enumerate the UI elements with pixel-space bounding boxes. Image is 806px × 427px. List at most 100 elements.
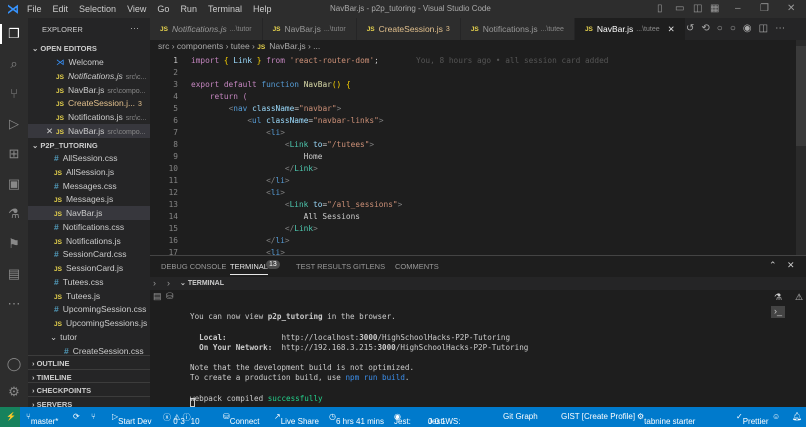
close-editor-icon[interactable]: ✕	[46, 124, 53, 138]
more-actions-icon[interactable]: ⋯	[130, 23, 139, 34]
more-icon[interactable]: ⋯	[775, 23, 792, 34]
open-editor-item[interactable]: JS Notifications.js src\c...	[28, 110, 150, 124]
open-editor-item[interactable]: ✕ JS NavBar.js src\compo...	[28, 124, 150, 138]
editor-tab[interactable]: JS NavBar.js ...\tutor	[262, 18, 357, 40]
menu-view[interactable]: View	[127, 4, 146, 14]
gitlens-icon[interactable]: ◉	[743, 23, 759, 34]
account-icon[interactable]: ◯	[6, 356, 22, 372]
folder-icon[interactable]: ▤	[6, 266, 22, 282]
wakatime-button[interactable]: ◷ 6 hrs 41 mins	[329, 412, 384, 426]
code-editor[interactable]: 1 import { Link } from 'react-router-dom'…	[150, 55, 795, 255]
feedback-icon[interactable]: ☺	[772, 412, 780, 421]
file-item[interactable]: # Notifications.css	[28, 220, 150, 234]
database-icon[interactable]: ⛁	[166, 291, 174, 302]
file-item[interactable]: # SessionCard.css	[28, 247, 150, 261]
extensions-icon[interactable]: ⊞	[6, 146, 22, 162]
testing-icon[interactable]: ⚗	[6, 206, 22, 222]
tabnine-button[interactable]: ⚙ tabnine starter	[637, 412, 695, 426]
menu-terminal[interactable]: Terminal	[208, 4, 242, 14]
notebook-icon[interactable]: ▤	[153, 291, 162, 302]
section-timeline[interactable]: › TIMELINE	[28, 368, 150, 383]
menu-file[interactable]: File	[27, 4, 42, 14]
toggle-panel-icon[interactable]: ▭	[675, 3, 684, 14]
start-dev-button[interactable]: ▷ Start Dev	[112, 412, 152, 426]
panel-tab-test-results[interactable]: TEST RESULTS	[296, 262, 351, 271]
close-tab-icon[interactable]: ✕	[668, 24, 675, 35]
next-change-icon[interactable]: ○	[730, 23, 743, 34]
file-item[interactable]: JS AllSession.js	[28, 165, 150, 179]
remote-icon[interactable]: ⚡	[6, 412, 16, 421]
breadcrumb-item[interactable]: src	[158, 41, 169, 51]
editor-tab[interactable]: JS Notifications.js ...\tutor	[150, 18, 263, 40]
open-editor-item[interactable]: JS Notifications.js src\c...	[28, 69, 150, 83]
file-item[interactable]: JS Notifications.js	[28, 234, 150, 248]
menu-help[interactable]: Help	[253, 4, 272, 14]
file-item[interactable]: # Tutees.css	[28, 275, 150, 289]
more-icon[interactable]: ⋯	[6, 296, 22, 312]
panel-tab-terminal[interactable]: TERMINAL	[230, 262, 268, 275]
split-layout-icon[interactable]: ◫	[693, 3, 702, 14]
live-share-button[interactable]: ↗ Live Share	[274, 412, 319, 426]
explorer-icon[interactable]: ❐	[6, 26, 22, 42]
problems-button[interactable]: ⓧ 0 ⚠ 3 ⓘ 10	[163, 412, 200, 426]
editor-actions[interactable]: ↺⟲○○◉◫⋯	[686, 23, 792, 34]
panel-tab-gitlens[interactable]: GITLENS	[353, 262, 385, 271]
maximize-panel-icon[interactable]: ⌃	[769, 260, 777, 271]
publish-icon[interactable]: ⑂	[91, 412, 96, 421]
terminal-output[interactable]: You can now view p2p_tutoring in the bro…	[190, 302, 528, 404]
breadcrumb-item[interactable]: NavBar.js	[269, 41, 305, 51]
bookmarks-icon[interactable]: ⚑	[6, 236, 22, 252]
file-item[interactable]: # UpcomingSession.css	[28, 302, 150, 316]
editor-scrollbar[interactable]	[796, 40, 806, 255]
menu-selection[interactable]: Selection	[79, 4, 116, 14]
file-item[interactable]: JS UpcomingSessions.js	[28, 316, 150, 330]
branch-button[interactable]: ⑂ master*	[26, 412, 58, 426]
notifications-bell-icon[interactable]: 🔔︎	[792, 412, 802, 421]
open-editors-header[interactable]: ⌄ OPEN EDITORS	[28, 41, 150, 55]
toggle-sidebar-icon[interactable]: ▯	[657, 3, 663, 14]
editor-tab[interactable]: JS NavBar.js ...\tutee ✕	[574, 18, 686, 40]
breadcrumb-item[interactable]: components	[177, 41, 223, 51]
customize-layout-icon[interactable]: ▦	[710, 3, 719, 14]
git-graph-button[interactable]: Git Graph	[503, 412, 538, 421]
terminal-icon[interactable]: ›_	[771, 306, 785, 318]
section-checkpoints[interactable]: › CHECKPOINTS	[28, 382, 150, 396]
file-item[interactable]: JS Messages.js	[28, 192, 150, 206]
prettier-button[interactable]: ✓ Prettier	[736, 412, 769, 426]
breadcrumb-item[interactable]: ...	[313, 41, 320, 51]
file-item[interactable]: JS SessionCard.js	[28, 261, 150, 275]
file-item[interactable]: # AllSession.css	[28, 151, 150, 165]
panel-tab-comments[interactable]: COMMENTS	[395, 262, 439, 271]
go-back-icon[interactable]: ⟲	[701, 23, 716, 34]
jest-button[interactable]: Jest: ◉	[394, 412, 411, 426]
close-window-button[interactable]: ✕	[787, 3, 795, 14]
source-control-icon[interactable]: ⑂	[6, 86, 22, 102]
folder-item[interactable]: ⌄ tutor	[28, 330, 150, 344]
minimize-button[interactable]: –	[735, 3, 741, 14]
close-panel-icon[interactable]: ✕	[787, 260, 795, 271]
terminal-section-title[interactable]: ⌄ TERMINAL	[180, 279, 224, 287]
search-icon[interactable]: ⌕	[6, 56, 22, 72]
file-item[interactable]: JS Tutees.js	[28, 289, 150, 303]
timeline-icon[interactable]: ↺	[686, 23, 701, 34]
editor-tab[interactable]: JS CreateSession.js 3	[356, 18, 461, 40]
open-editor-item[interactable]: JS CreateSession.j... 3	[28, 96, 150, 110]
previous-change-icon[interactable]: ○	[717, 23, 730, 34]
connect-button[interactable]: ⛁ Connect	[223, 412, 260, 426]
breadcrumb-item[interactable]: tutee	[231, 41, 250, 51]
editor-tab[interactable]: JS Notifications.js ...\tutee	[460, 18, 575, 40]
panel-tab-debug-console[interactable]: DEBUG CONSOLE	[161, 262, 226, 271]
testing-icon[interactable]: ⚗	[774, 292, 782, 303]
run-debug-icon[interactable]: ▷	[6, 116, 22, 132]
expand-icon[interactable]: ›	[167, 278, 170, 288]
file-item[interactable]: # Messages.css	[28, 179, 150, 193]
file-item[interactable]: JS NavBar.js	[28, 206, 150, 220]
gist-button[interactable]: GIST [Create Profile]	[561, 412, 635, 421]
project-folder-header[interactable]: ⌄ P2P_TUTORING	[28, 138, 150, 152]
remote-explorer-icon[interactable]: ▣	[6, 176, 22, 192]
maximize-button[interactable]: ❐	[760, 3, 769, 14]
open-editor-item[interactable]: ⋊ Welcome	[28, 55, 150, 69]
split-editor-icon[interactable]: ◫	[759, 23, 775, 34]
settings-gear-icon[interactable]: ⚙	[6, 384, 22, 400]
menu-run[interactable]: Run	[180, 4, 197, 14]
